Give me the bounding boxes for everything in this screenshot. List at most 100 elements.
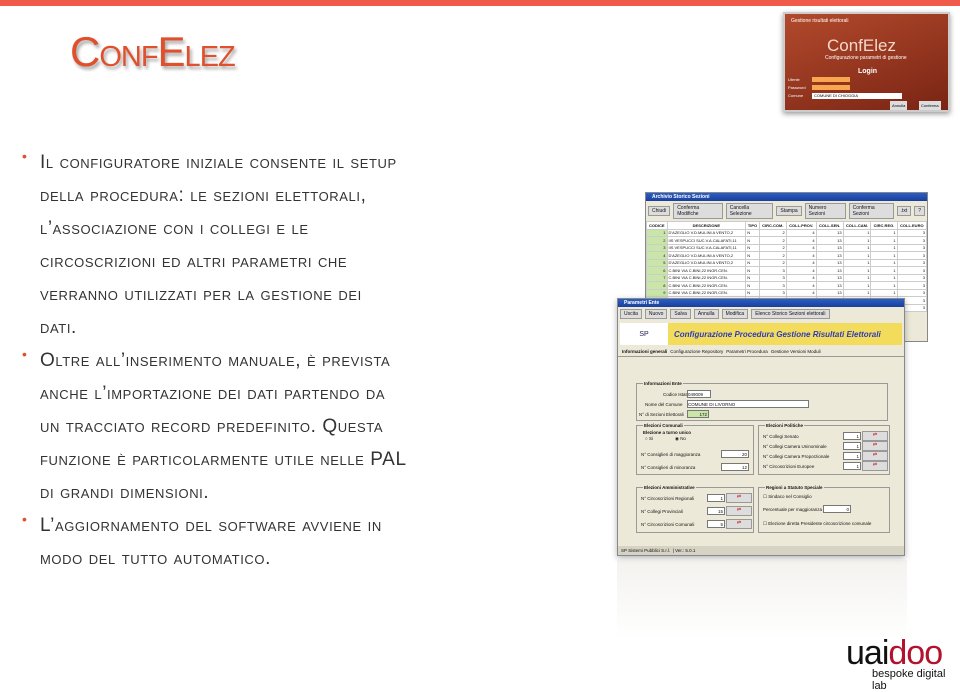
table-row[interactable]: 9 C.BINI VIA C.BINI,22 INGR.CEN. N 3 4 13 1 1 3: [646, 288, 928, 297]
table-cell: 13: [815, 251, 844, 260]
amministrative-field[interactable]: 15: [707, 507, 725, 515]
status-bar: SP Sistemi Pubblici S.r.l. | Ver.: 5.0.1: [618, 546, 904, 555]
table-cell: C.BINI VIA C.BINI,22 INGR.CEN.: [666, 281, 747, 290]
edit-icon[interactable]: ⇄: [862, 451, 888, 461]
archivio-toolbar-button[interactable]: .txt: [896, 206, 912, 216]
table-cell: 2: [758, 243, 787, 252]
bullet-line: funzione è particolarmente utile nelle P…: [40, 449, 407, 470]
parametri-toolbar-button[interactable]: Annulla: [693, 309, 719, 319]
edit-icon[interactable]: ⇄: [862, 441, 888, 451]
bullet-line: un tracciato record predefinito. Questa: [40, 416, 384, 437]
table-cell: 3: [896, 288, 928, 297]
table-cell: 2: [758, 236, 787, 245]
archivio-toolbar-button[interactable]: Stampa: [776, 206, 802, 216]
table-cell: 3: [758, 266, 787, 275]
table-row[interactable]: 7 C.BINI VIA C.BINI,22 INGR.CEN. N 3 4 13 1 1 3: [646, 273, 928, 282]
table-cell: 2: [758, 251, 787, 260]
politiche-field[interactable]: 1: [843, 432, 861, 440]
table-row[interactable]: 4 D'AZEGLIO V.D.MULINI A VENTO,2 N 2 4 13 1 1 3: [646, 251, 928, 260]
edit-icon[interactable]: ⇄: [726, 506, 752, 516]
comunali-group: Elezioni Comunali Elezione a turno unico…: [636, 423, 754, 475]
edit-icon[interactable]: ⇄: [726, 493, 752, 503]
banner-text: Configurazione Procedura Gestione Risult…: [674, 329, 881, 339]
comune-select[interactable]: COMUNE DI CHIOGGIA: [812, 93, 902, 99]
parametri-toolbar-button[interactable]: Salva: [670, 309, 691, 319]
table-cell: N: [745, 251, 760, 260]
table-cell: N: [745, 281, 760, 290]
tab-2[interactable]: Parametri Procedura: [726, 349, 768, 354]
password-label: Password: [788, 85, 806, 90]
amministrative-label: N° Circoscrizioni Regionali: [641, 496, 695, 501]
amministrative-field[interactable]: 1: [707, 494, 725, 502]
sindaco-checkbox[interactable]: ☐ Sindaco nel Consiglio: [763, 494, 812, 500]
table-cell: 1: [870, 236, 898, 245]
edit-icon[interactable]: ⇄: [726, 519, 752, 529]
diretta-label: Elezione diretta Presidente circoscrizio…: [768, 521, 872, 526]
table-row[interactable]: 5 D'AZEGLIO V.D.MULINI A VENTO,2 N 2 4 13 1 1 3: [646, 258, 928, 267]
table-cell: 4: [785, 273, 817, 282]
table-cell: 1: [870, 228, 898, 237]
table-cell: 1: [842, 273, 872, 282]
tab-3[interactable]: Gestione Versioni Moduli: [771, 349, 821, 354]
archivio-toolbar-button[interactable]: Conferma Sezioni: [848, 203, 894, 219]
logo-part-a: uai: [846, 634, 889, 672]
archivio-toolbar-button[interactable]: Numero Sezioni: [804, 203, 846, 219]
magg-field[interactable]: 20: [721, 450, 749, 458]
parametri-toolbar-button[interactable]: Uscita: [620, 309, 642, 319]
table-cell: 4: [785, 281, 817, 290]
user-field[interactable]: [812, 77, 850, 82]
table-cell: D'AZEGLIO V.D.MULINI A VENTO,2: [666, 258, 747, 267]
amministrative-label: N° Collegi Provinciali: [641, 509, 683, 514]
politiche-field[interactable]: 1: [843, 462, 861, 470]
table-row[interactable]: 3 IIS VESPUCCI SUC.V.A.CALAFATI,11 N 2 4 13 1 1…: [646, 243, 928, 252]
min-field[interactable]: 12: [721, 463, 749, 471]
edit-icon[interactable]: ⇄: [862, 431, 888, 441]
password-field[interactable]: [812, 85, 850, 90]
parametri-toolbar-button[interactable]: Nuovo: [644, 309, 668, 319]
table-row[interactable]: 8 C.BINI VIA C.BINI,22 INGR.CEN. N 3 4 13 1 1 3: [646, 281, 928, 290]
table-cell: 4: [785, 228, 817, 237]
archivio-toolbar: Chiudi Conferma Modifiche Cancella Selezio…: [646, 201, 927, 221]
bullet-line: dati.: [40, 317, 77, 338]
codice-field[interactable]: 049009: [687, 390, 711, 398]
table-cell: C.BINI VIA C.BINI,22 INGR.CEN.: [666, 266, 747, 275]
sezioni-field[interactable]: 172: [687, 410, 709, 418]
parametri-toolbar-button[interactable]: Elenco Storico Sezioni elettorali: [751, 309, 830, 319]
archivio-toolbar-button[interactable]: Cancella Selezione: [725, 203, 774, 219]
table-cell: N: [745, 228, 760, 237]
table-row[interactable]: 6 C.BINI VIA C.BINI,22 INGR.CEN. N 3 4 13 1 1 3: [646, 266, 928, 275]
table-cell: 1: [842, 266, 872, 275]
parametri-toolbar-button[interactable]: Modifica: [721, 309, 749, 319]
bullet-line: verranno utilizzati per la gestione dei: [40, 284, 362, 305]
confirm-button[interactable]: Conferma: [919, 101, 941, 110]
table-row[interactable]: 2 IIS VESPUCCI SUC.V.A.CALAFATI,11 N 2 4 13 1 1…: [646, 236, 928, 245]
table-cell: 3: [896, 281, 928, 290]
perc-field[interactable]: 0: [823, 505, 851, 513]
archivio-toolbar-button[interactable]: Chiudi: [648, 206, 671, 216]
radio-si[interactable]: ○ Si: [645, 436, 653, 441]
radio-no[interactable]: ◉ No: [675, 436, 686, 442]
logo-part-b: doo: [888, 634, 943, 672]
column-header: CIRC.REG.: [870, 221, 898, 230]
politiche-field[interactable]: 1: [843, 442, 861, 450]
table-row[interactable]: 1 D'AZEGLIO V.D.MULINI A VENTO,2 N 2 4 13 1 1 3: [646, 228, 928, 237]
sp-logo: SP: [620, 323, 668, 345]
cancel-button[interactable]: Annulla: [890, 101, 908, 110]
column-header: CODICE: [646, 221, 668, 230]
diretta-checkbox[interactable]: ☐ Elezione diretta Presidente circoscriz…: [763, 521, 871, 527]
amministrative-field[interactable]: 5: [707, 520, 725, 528]
nome-field[interactable]: COMUNE DI LIVORNO: [687, 400, 809, 408]
tab-1[interactable]: Configurazione Repository: [670, 349, 723, 354]
tab-0[interactable]: Informazioni generali: [622, 349, 667, 354]
table-cell: 1: [870, 266, 898, 275]
archivio-toolbar-button[interactable]: Conferma Modifiche: [673, 203, 723, 219]
politiche-field[interactable]: 1: [843, 452, 861, 460]
table-cell: 3: [896, 243, 928, 252]
edit-icon[interactable]: ⇄: [862, 461, 888, 471]
archivio-toolbar-button[interactable]: ?: [914, 206, 925, 216]
table-cell: 4: [785, 288, 817, 297]
table-cell: 3: [758, 281, 787, 290]
turno-label: Elezione a turno unico: [643, 430, 692, 435]
status-version: Ver.: 5.0.1: [675, 548, 696, 553]
table-cell: 1: [870, 258, 898, 267]
